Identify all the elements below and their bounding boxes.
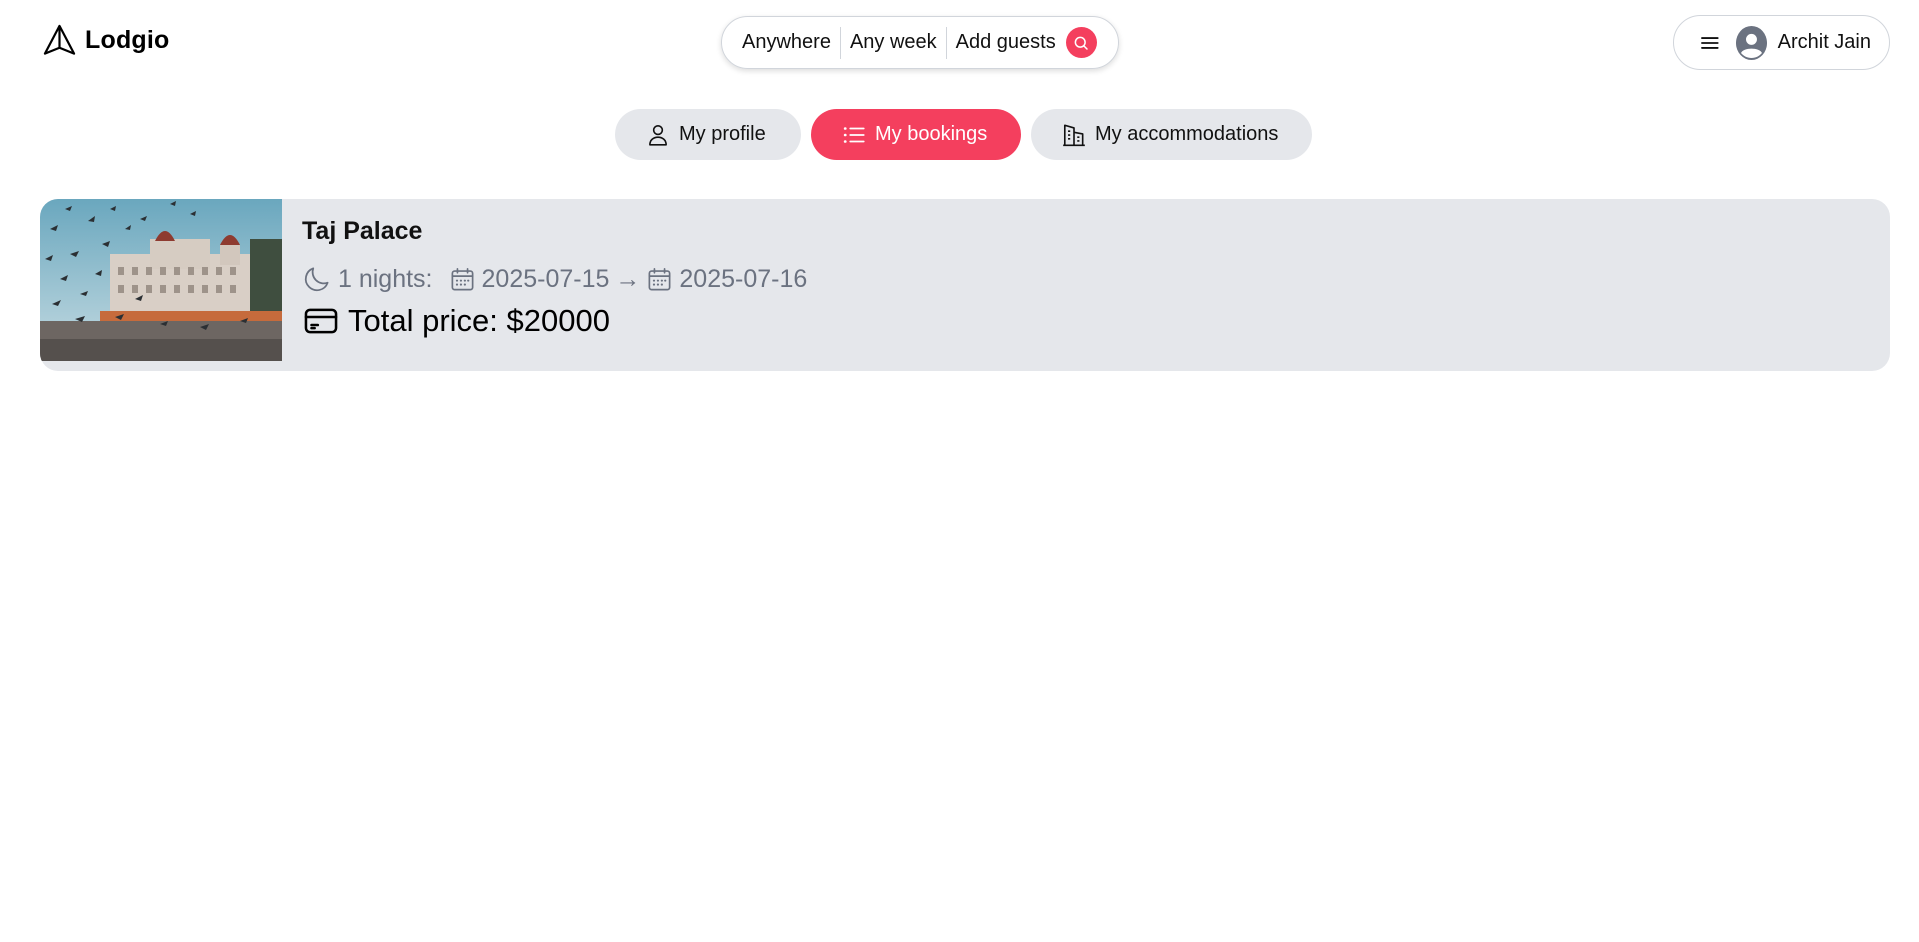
- check-out-date: 2025-07-16: [679, 264, 808, 293]
- booking-dates: 1 nights: 2025-07-15 → 2025-07-16: [302, 264, 807, 294]
- booking-title: Taj Palace: [302, 217, 423, 245]
- tab-label: My profile: [679, 123, 766, 145]
- building-icon: [1063, 123, 1085, 146]
- hamburger-menu-icon: [1701, 36, 1719, 49]
- credit-card-icon: [304, 308, 338, 334]
- search-guests[interactable]: Add guests: [947, 31, 1065, 54]
- booking-card[interactable]: Taj Palace 1 nights: 2025-07-15 → 2025-0…: [40, 199, 1890, 371]
- booking-photo: [40, 199, 282, 361]
- search-where[interactable]: Anywhere: [742, 31, 840, 54]
- header: Lodgio Anywhere Any week Add guests Arch…: [0, 0, 1919, 88]
- logo-link[interactable]: Lodgio: [42, 23, 170, 58]
- search-icon: [1074, 36, 1088, 50]
- search-when[interactable]: Any week: [841, 31, 946, 54]
- paper-plane-icon: [43, 24, 76, 55]
- list-icon: [843, 126, 865, 143]
- calendar-icon: [648, 267, 671, 290]
- user-name: Archit Jain: [1777, 31, 1871, 53]
- tab-my-profile[interactable]: My profile: [615, 109, 801, 160]
- avatar: [1735, 25, 1767, 60]
- tab-label: My bookings: [875, 123, 988, 145]
- hotel-photo-image: [40, 199, 282, 361]
- total-price: Total price: $20000: [348, 303, 610, 338]
- nights-count: 1 nights:: [338, 264, 433, 293]
- tab-label: My accommodations: [1095, 123, 1279, 145]
- search-bar[interactable]: Anywhere Any week Add guests: [721, 16, 1119, 69]
- date-arrow: →: [615, 264, 641, 293]
- booking-details: Taj Palace 1 nights: 2025-07-15 → 2025-0…: [282, 199, 807, 371]
- account-nav: My profile My bookings My accommodations: [0, 109, 1919, 160]
- tab-my-bookings[interactable]: My bookings: [811, 109, 1021, 160]
- moon-icon: [304, 267, 329, 292]
- tab-my-accommodations[interactable]: My accommodations: [1031, 109, 1312, 160]
- user-avatar-icon: [1735, 27, 1767, 58]
- user-icon: [649, 124, 667, 146]
- check-in-date: 2025-07-15: [481, 264, 610, 293]
- user-menu-button[interactable]: Archit Jain: [1673, 15, 1890, 70]
- logo-text: Lodgio: [85, 26, 170, 54]
- booking-price: Total price: $20000: [302, 302, 807, 340]
- calendar-icon: [451, 267, 473, 290]
- search-button[interactable]: [1065, 27, 1097, 58]
